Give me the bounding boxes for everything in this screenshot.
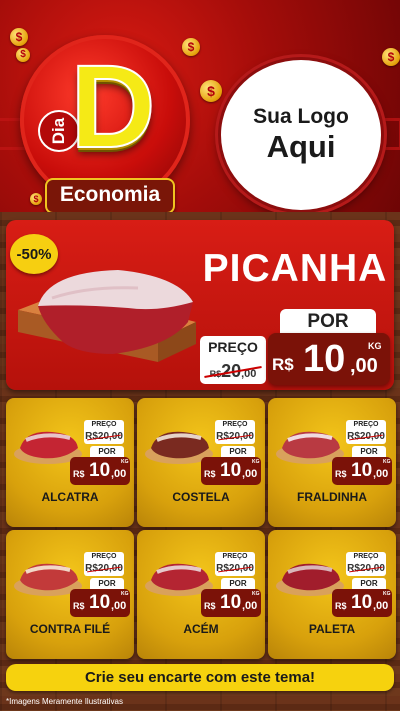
new-price-int: 10	[351, 592, 373, 613]
new-price-int: 10	[220, 592, 242, 613]
product-card[interactable]: PREÇO R$20,00 POR R$ 10 ,00 KG FRALDINHA	[268, 398, 396, 527]
new-price-dec: ,00	[373, 600, 389, 612]
new-price-dec: ,00	[350, 355, 378, 377]
product-name: ACÉM	[183, 622, 219, 636]
coin-icon: $	[182, 38, 200, 56]
product-por-label: POR	[221, 446, 255, 457]
product-preco-label: PREÇO	[346, 552, 386, 562]
featured-preco-label: PREÇO	[200, 336, 266, 358]
product-new-price: R$ 10 ,00 KG	[201, 457, 261, 485]
featured-old-price: R$20,00	[200, 358, 266, 384]
product-por-label: POR	[352, 578, 386, 589]
product-old-price: R$20,00	[215, 562, 255, 576]
product-name: ALCATRA	[41, 490, 99, 504]
featured-product-name: PICANHA	[202, 247, 388, 290]
new-price-int: 10	[89, 460, 111, 481]
coin-icon: $	[30, 193, 42, 205]
new-price-currency: R$	[73, 469, 85, 479]
product-card[interactable]: PREÇO R$20,00 POR R$ 10 ,00 KG ACÉM	[137, 530, 265, 659]
brand-economia-label: Economia	[45, 178, 175, 212]
product-preco-label: PREÇO	[84, 552, 124, 562]
new-price-dec: ,00	[242, 468, 258, 480]
product-old-price: R$20,00	[215, 430, 255, 444]
price-unit: KG	[252, 459, 260, 465]
coin-icon: $	[200, 80, 222, 102]
coin-icon: $	[16, 48, 30, 62]
product-por-label: POR	[90, 446, 124, 457]
featured-new-price: R$ 10 ,00 KG	[268, 333, 390, 385]
product-preco-label: PREÇO	[84, 420, 124, 430]
new-price-currency: R$	[272, 355, 294, 374]
new-price-currency: R$	[204, 601, 216, 611]
new-price-int: 10	[89, 592, 111, 613]
cta-banner[interactable]: Crie seu encarte com este tema!	[6, 664, 394, 691]
product-old-price: R$20,00	[84, 562, 124, 576]
product-old-price: R$20,00	[346, 562, 386, 576]
new-price-currency: R$	[335, 601, 347, 611]
product-new-price: R$ 10 ,00 KG	[332, 457, 392, 485]
brand-d-letter: D	[69, 41, 156, 173]
product-por-label: POR	[352, 446, 386, 457]
new-price-currency: R$	[204, 469, 216, 479]
product-new-price: R$ 10 ,00 KG	[70, 457, 130, 485]
picanha-image	[18, 270, 196, 362]
new-price-currency: R$	[335, 469, 347, 479]
price-unit: KG	[121, 459, 129, 465]
new-price-int: 10	[220, 460, 242, 481]
product-old-price: R$20,00	[84, 430, 124, 444]
product-name: CONTRA FILÉ	[29, 622, 111, 636]
new-price-int: 10	[303, 338, 346, 380]
product-name: FRALDINHA	[297, 490, 367, 504]
featured-por-label: POR	[280, 309, 376, 335]
discount-badge: -50%	[10, 234, 58, 274]
coin-icon: $	[10, 28, 28, 46]
price-unit: KG	[252, 591, 260, 597]
price-unit: KG	[383, 591, 391, 597]
product-preco-label: PREÇO	[346, 420, 386, 430]
product-card[interactable]: PREÇO R$20,00 POR R$ 10 ,00 KG ALCATRA	[6, 398, 134, 527]
price-unit: KG	[121, 591, 129, 597]
product-por-label: POR	[221, 578, 255, 589]
new-price-dec: ,00	[242, 600, 258, 612]
product-preco-label: PREÇO	[215, 552, 255, 562]
disclaimer-text: *Imagens Meramente Ilustrativas	[6, 697, 123, 706]
product-card[interactable]: PREÇO R$20,00 POR R$ 10 ,00 KG CONTRA FI…	[6, 530, 134, 659]
product-card[interactable]: PREÇO R$20,00 POR R$ 10 ,00 KG PALETA	[268, 530, 396, 659]
new-price-dec: ,00	[111, 600, 127, 612]
product-por-label: POR	[90, 578, 124, 589]
product-new-price: R$ 10 ,00 KG	[332, 589, 392, 617]
product-new-price: R$ 10 ,00 KG	[201, 589, 261, 617]
product-old-price: R$20,00	[346, 430, 386, 444]
logo-line2: Aqui	[266, 129, 336, 164]
logo-line1: Sua Logo	[253, 105, 349, 128]
logo-placeholder[interactable]: Sua Logo Aqui	[218, 57, 384, 212]
new-price-dec: ,00	[373, 468, 389, 480]
new-price-currency: R$	[73, 601, 85, 611]
price-unit: KG	[383, 459, 391, 465]
header-banner: $ $ $ $ $ $ $ Dia D Economia Sua Logo Aq…	[0, 0, 400, 212]
product-name: COSTELA	[172, 490, 230, 504]
product-card[interactable]: PREÇO R$20,00 POR R$ 10 ,00 KG COSTELA	[137, 398, 265, 527]
price-unit: KG	[368, 341, 382, 351]
product-name: PALETA	[308, 622, 356, 636]
product-preco-label: PREÇO	[215, 420, 255, 430]
new-price-dec: ,00	[111, 468, 127, 480]
new-price-int: 10	[351, 460, 373, 481]
product-new-price: R$ 10 ,00 KG	[70, 589, 130, 617]
coin-icon: $	[382, 48, 400, 66]
